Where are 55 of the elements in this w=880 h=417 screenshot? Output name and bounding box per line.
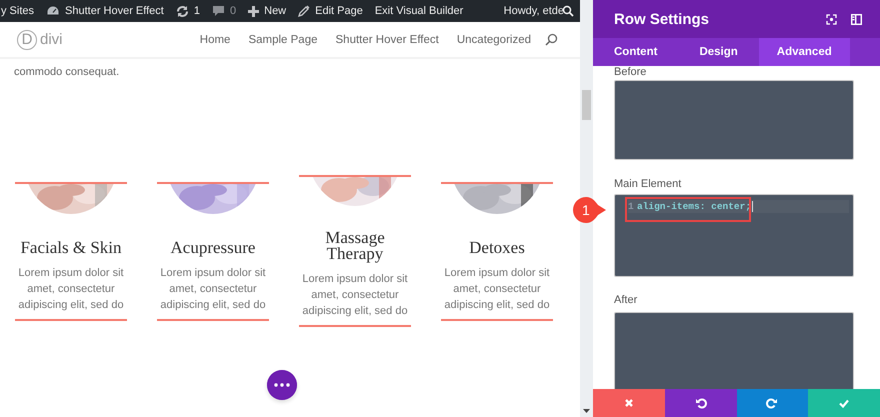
- admin-bar-item[interactable]: Exit Visual Builder: [374, 5, 464, 17]
- tab[interactable]: Content: [593, 38, 678, 66]
- line-number: 1: [628, 201, 635, 212]
- callout-number: 1: [582, 202, 590, 218]
- card-title: Massage Therapy: [324, 230, 386, 262]
- more-button[interactable]: [267, 370, 297, 400]
- nav-link[interactable]: Sample Page: [248, 34, 318, 46]
- undo-button[interactable]: [664, 389, 736, 417]
- admin-bar-item[interactable]: New: [248, 5, 286, 17]
- sidebar-icon[interactable]: [851, 14, 862, 24]
- card-title: Detoxes: [469, 240, 525, 256]
- admin-bar-item[interactable]: Edit Page: [298, 5, 363, 17]
- logo-text: divi: [40, 31, 63, 48]
- field-label: After: [614, 294, 638, 306]
- card-text: Lorem ipsum dolor sit amet, consectetur adipiscing elit, sed do: [299, 271, 411, 327]
- down-arrow-icon[interactable]: [583, 409, 590, 413]
- code-line: align-items: center;: [637, 201, 754, 212]
- tab[interactable]: Advanced: [758, 38, 850, 66]
- admin-bar-item[interactable]: y Sites: [1, 5, 34, 17]
- search-icon[interactable]: [545, 33, 558, 46]
- scrollbar-thumb[interactable]: [582, 90, 591, 120]
- callout-badge: [572, 196, 608, 224]
- cancel-icon: [622, 397, 635, 409]
- refresh-icon: [176, 4, 189, 18]
- field-label: Before: [614, 66, 648, 78]
- expand-icon[interactable]: [826, 14, 837, 24]
- save-icon: [838, 397, 850, 409]
- card-title: Facials & Skin: [20, 240, 122, 256]
- text-area[interactable]: [614, 80, 854, 160]
- pencil-icon: [298, 5, 310, 17]
- redo-icon: [766, 397, 778, 409]
- text-area[interactable]: [614, 312, 854, 389]
- panel-title: Row Settings: [614, 10, 710, 28]
- card-text: Lorem ipsum dolor sit amet, consectetur adipiscing elit, sed do: [15, 264, 127, 320]
- redo-button[interactable]: [736, 389, 808, 417]
- greeting-link[interactable]: Howdy, etde: [504, 5, 564, 17]
- card-text: Lorem ipsum dolor sit amet, consectetur adipiscing elit, sed do: [441, 264, 553, 320]
- body-text: commodo consequat.: [13, 65, 120, 80]
- nav-link[interactable]: Uncategorized: [456, 34, 531, 46]
- admin-bar-item[interactable]: 0: [212, 5, 236, 17]
- card-title: Acupressure: [170, 240, 256, 256]
- code-editor[interactable]: 1 align-items: center;: [614, 194, 854, 277]
- comment-icon: [212, 5, 225, 17]
- dashboard-icon: [46, 5, 60, 17]
- card-text: Lorem ipsum dolor sit amet, consectetur adipiscing elit, sed do: [157, 264, 269, 320]
- nav-link[interactable]: Home: [200, 34, 230, 46]
- nav-link[interactable]: Shutter Hover Effect: [336, 34, 439, 46]
- logo-letter: D: [17, 30, 37, 50]
- field-label: Main Element: [614, 178, 682, 190]
- search-icon[interactable]: [562, 5, 574, 17]
- plus-icon: [248, 6, 260, 16]
- admin-bar-item[interactable]: 1: [176, 4, 200, 18]
- tab[interactable]: Design: [678, 38, 759, 66]
- admin-bar-item[interactable]: Shutter Hover Effect: [46, 5, 164, 17]
- undo-icon: [694, 397, 707, 409]
